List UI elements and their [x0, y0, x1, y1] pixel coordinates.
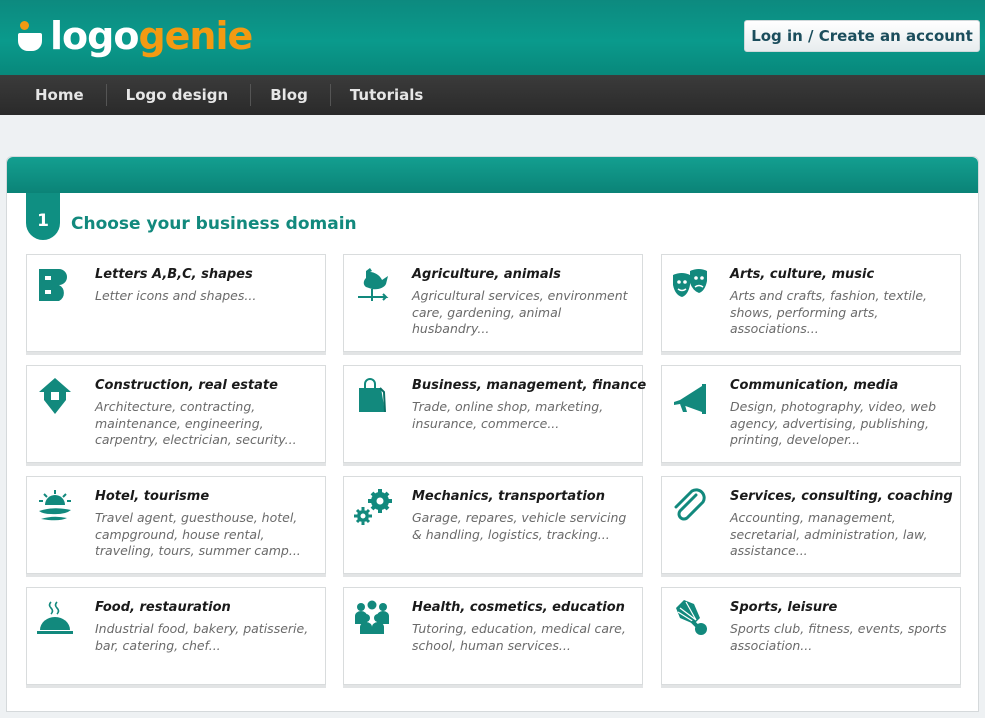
nav-item-logo-design[interactable]: Logo design — [107, 84, 252, 106]
logo-genie-icon — [18, 19, 44, 53]
category-card-health[interactable]: Health, cosmetics, education Tutoring, e… — [343, 587, 643, 685]
category-title: Letters A,B,C, shapes — [95, 267, 253, 282]
category-card-sports[interactable]: Sports, leisure Sports club, fitness, ev… — [661, 587, 961, 685]
theater-masks-icon — [673, 269, 707, 297]
category-card-services[interactable]: Services, consulting, coaching Accountin… — [661, 476, 961, 574]
category-card-agriculture[interactable]: Agriculture, animals Agricultural servic… — [343, 254, 643, 352]
step-title: Choose your business domain — [71, 214, 357, 234]
category-desc: Sports club, fitness, events, sports ass… — [730, 621, 947, 653]
category-card-food[interactable]: Food, restauration Industrial food, bake… — [26, 587, 326, 685]
category-title: Health, cosmetics, education — [412, 600, 625, 615]
house-pin-icon — [39, 378, 71, 414]
sunset-island-icon — [39, 490, 71, 521]
category-desc: Tutoring, education, medical care, schoo… — [412, 621, 626, 653]
people-group-icon — [355, 600, 389, 634]
category-title: Business, management, finance — [412, 378, 647, 393]
gears-icon — [354, 489, 392, 525]
category-title: Sports, leisure — [730, 600, 838, 615]
category-desc: Letter icons and shapes... — [95, 288, 257, 303]
nav-item-tutorials[interactable]: Tutorials — [331, 84, 445, 106]
letter-b-icon — [39, 269, 67, 301]
login-create-account-button[interactable]: Log in / Create an account — [744, 20, 980, 52]
category-desc: Architecture, contracting, maintenance, … — [95, 399, 297, 447]
category-title: Communication, media — [730, 378, 899, 393]
panel-header-strip — [7, 157, 978, 193]
category-card-business[interactable]: Business, management, finance Trade, onl… — [343, 365, 647, 463]
category-title: Construction, real estate — [95, 378, 278, 393]
category-title: Arts, culture, music — [730, 267, 875, 282]
category-card-communication[interactable]: Communication, media Design, photography… — [661, 365, 961, 463]
rooster-weathervane-icon — [358, 268, 389, 301]
category-title: Agriculture, animals — [412, 267, 561, 282]
category-desc: Garage, repares, vehicle servicing & han… — [412, 510, 627, 542]
step-number-badge: 1 — [26, 193, 60, 240]
nav-item-home[interactable]: Home — [16, 84, 107, 106]
cloche-icon — [37, 601, 73, 634]
category-desc: Industrial food, bakery, patisserie, bar… — [95, 621, 309, 653]
logo-text-part1: logo — [50, 14, 139, 58]
paperclip-icon — [674, 488, 706, 521]
logo[interactable]: logogenie — [18, 12, 253, 60]
category-desc: Travel agent, guesthouse, hotel, campgro… — [95, 510, 301, 558]
category-title: Services, consulting, coaching — [730, 489, 953, 504]
category-card-letters[interactable]: Letters A,B,C, shapes Letter icons and s… — [26, 254, 326, 352]
shopping-bag-icon — [359, 378, 386, 413]
megaphone-icon — [674, 384, 706, 414]
logo-text: logogenie — [50, 14, 253, 58]
category-desc: Accounting, management, secretarial, adm… — [730, 510, 928, 558]
main-nav: Home Logo design Blog Tutorials — [0, 75, 985, 115]
category-desc: Agricultural services, environment care,… — [412, 288, 628, 336]
category-title: Food, restauration — [95, 600, 231, 615]
shuttlecock-icon — [676, 600, 707, 635]
logo-text-part2: genie — [138, 14, 253, 58]
nav-item-blog[interactable]: Blog — [251, 84, 331, 106]
category-card-arts[interactable]: Arts, culture, music Arts and crafts, fa… — [661, 254, 961, 352]
category-card-construction[interactable]: Construction, real estate Architecture, … — [26, 365, 326, 463]
category-title: Mechanics, transportation — [412, 489, 605, 504]
category-desc: Trade, online shop, marketing, insurance… — [412, 399, 604, 431]
category-desc: Arts and crafts, fashion, textile, shows… — [730, 288, 927, 336]
category-title: Hotel, tourisme — [95, 489, 210, 504]
header-bar: logogenie Log in / Create an account — [0, 0, 985, 75]
category-desc: Design, photography, video, web agency, … — [730, 399, 937, 447]
category-card-mechanics[interactable]: Mechanics, transportation Garage, repare… — [343, 476, 643, 574]
category-card-hotel[interactable]: Hotel, tourisme Travel agent, guesthouse… — [26, 476, 326, 574]
